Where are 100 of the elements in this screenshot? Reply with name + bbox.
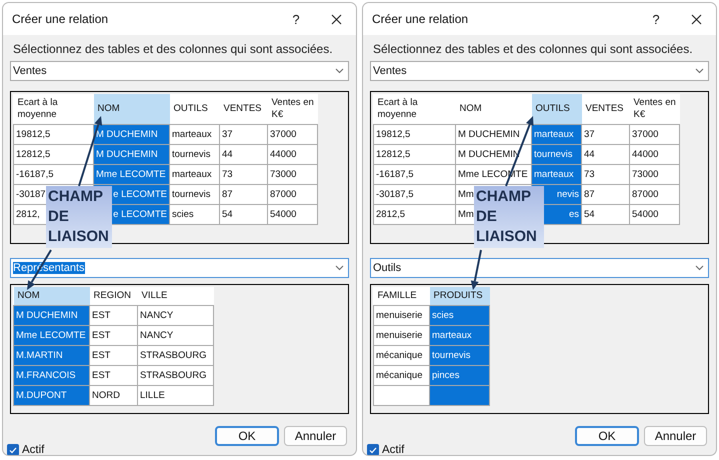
table-cell: NANCY (138, 326, 214, 346)
table-cell: tournevis (170, 184, 220, 204)
checkbox[interactable] (7, 444, 19, 455)
column-header[interactable]: OUTILS (170, 94, 220, 124)
table-cell: -16187,5 (14, 164, 94, 184)
table-cell: 54000 (630, 204, 680, 224)
table-cell: marteaux (532, 164, 582, 184)
table-cell: NANCY (138, 306, 214, 326)
instruction-text: Sélectionnez des tables et des colonnes qui sont associées. (373, 41, 693, 57)
checkbox-label: Actif (382, 444, 404, 455)
table-cell: EST (90, 326, 138, 346)
table-cell: tournevis (170, 144, 220, 164)
column-header[interactable]: Ventes en K€ (630, 94, 680, 124)
table-cell: 54000 (268, 204, 318, 224)
table-cell: M DUCHEMIN (94, 124, 170, 144)
table-cell: 12812,5 (14, 144, 94, 164)
table-cell: 37000 (268, 124, 318, 144)
table-cell: EST (90, 366, 138, 386)
table-dropdown[interactable]: Outils (370, 258, 709, 278)
ok-button[interactable]: OK (575, 426, 639, 446)
column-header[interactable]: NOM (94, 94, 170, 124)
table-cell: 54 (582, 204, 630, 224)
empty-cell (430, 386, 490, 406)
table-cell: EST (90, 306, 138, 326)
table-cell: M.DUPONT (14, 386, 90, 406)
window-title: Créer une relation (372, 12, 470, 26)
column-header[interactable]: OUTILS (532, 94, 582, 124)
table-cell: M.MARTIN (14, 346, 90, 366)
table-cell: 37000 (630, 124, 680, 144)
column-header[interactable]: FAMILLE (374, 287, 430, 306)
column-header[interactable]: PRODUITS (430, 287, 490, 306)
table-cell: marteaux (532, 124, 582, 144)
table-cell: 12812,5 (374, 144, 456, 164)
column-header[interactable]: REGION (90, 287, 138, 306)
column-header[interactable]: Ecart à la moyenne (374, 94, 456, 124)
table-cell: M DUCHEMIN (94, 144, 170, 164)
cancel-button[interactable]: Annuler (644, 426, 707, 446)
table-cell: 44000 (268, 144, 318, 164)
table-cell: 44000 (630, 144, 680, 164)
callout-label: CHAMP DE LIAISON (474, 186, 544, 248)
chevron-icon (335, 68, 344, 74)
table-cell: 44 (582, 144, 630, 164)
table-dropdown[interactable]: Ventes (370, 61, 709, 81)
table-cell: mécanique (374, 366, 430, 386)
table-cell: 19812,5 (374, 124, 456, 144)
table-cell: 87 (582, 184, 630, 204)
table-cell: tournevis (430, 346, 490, 366)
help-button[interactable]: ? (276, 12, 316, 26)
table-cell: 19812,5 (14, 124, 94, 144)
table-cell: STRASBOURG (138, 366, 214, 386)
table-cell: -16187,5 (374, 164, 456, 184)
chevron-icon (695, 68, 704, 74)
table-cell: 73 (582, 164, 630, 184)
chevron-icon (335, 265, 344, 271)
column-header[interactable]: NOM (456, 94, 532, 124)
column-header[interactable]: VILLE (138, 287, 214, 306)
callout-label: CHAMP DE LIAISON (46, 186, 112, 248)
table-cell: M DUCHEMIN (14, 306, 90, 326)
table-cell: scies (170, 204, 220, 224)
table-cell: STRASBOURG (138, 346, 214, 366)
table-cell: 73000 (630, 164, 680, 184)
close-icon[interactable] (330, 14, 342, 24)
close-icon[interactable] (690, 14, 702, 24)
column-header[interactable]: VENTES (582, 94, 630, 124)
table-cell: LILLE (138, 386, 214, 406)
table-cell: M DUCHEMIN (456, 124, 532, 144)
table-dropdown[interactable]: Représentants (10, 258, 349, 278)
table-cell: marteaux (170, 164, 220, 184)
table-cell: 2812,5 (374, 204, 456, 224)
arrow (470, 250, 482, 290)
chevron-icon (695, 265, 704, 271)
table-cell: marteaux (170, 124, 220, 144)
checkbox[interactable] (367, 444, 379, 455)
table-cell: 87 (220, 184, 268, 204)
table-dropdown[interactable]: Ventes (10, 61, 349, 81)
table-cell: pinces (430, 366, 490, 386)
table-cell: 54 (220, 204, 268, 224)
table-cell: scies (430, 306, 490, 326)
column-header[interactable]: Ventes en K€ (268, 94, 318, 124)
table-cell: tournevis (532, 144, 582, 164)
column-header[interactable]: Ecart à la moyenne (14, 94, 94, 124)
table-cell: 87000 (268, 184, 318, 204)
table-cell: NORD (90, 386, 138, 406)
table-cell: menuiserie (374, 326, 430, 346)
table-cell: 73000 (268, 164, 318, 184)
table-cell: -30187,5 (374, 184, 456, 204)
ok-button[interactable]: OK (215, 426, 279, 446)
table-cell: EST (90, 346, 138, 366)
instruction-text: Sélectionnez des tables et des colonnes qui sont associées. (13, 41, 333, 57)
table-cell: 73 (220, 164, 268, 184)
table-cell: M.FRANCOIS (14, 366, 90, 386)
table-cell: 44 (220, 144, 268, 164)
column-header[interactable]: VENTES (220, 94, 268, 124)
cancel-button[interactable]: Annuler (284, 426, 347, 446)
table-cell: 37 (582, 124, 630, 144)
column-header[interactable]: NOM (14, 287, 90, 306)
table-cell: 37 (220, 124, 268, 144)
help-button[interactable]: ? (636, 12, 676, 26)
checkbox-label: Actif (22, 444, 44, 455)
window-title: Créer une relation (12, 12, 110, 26)
